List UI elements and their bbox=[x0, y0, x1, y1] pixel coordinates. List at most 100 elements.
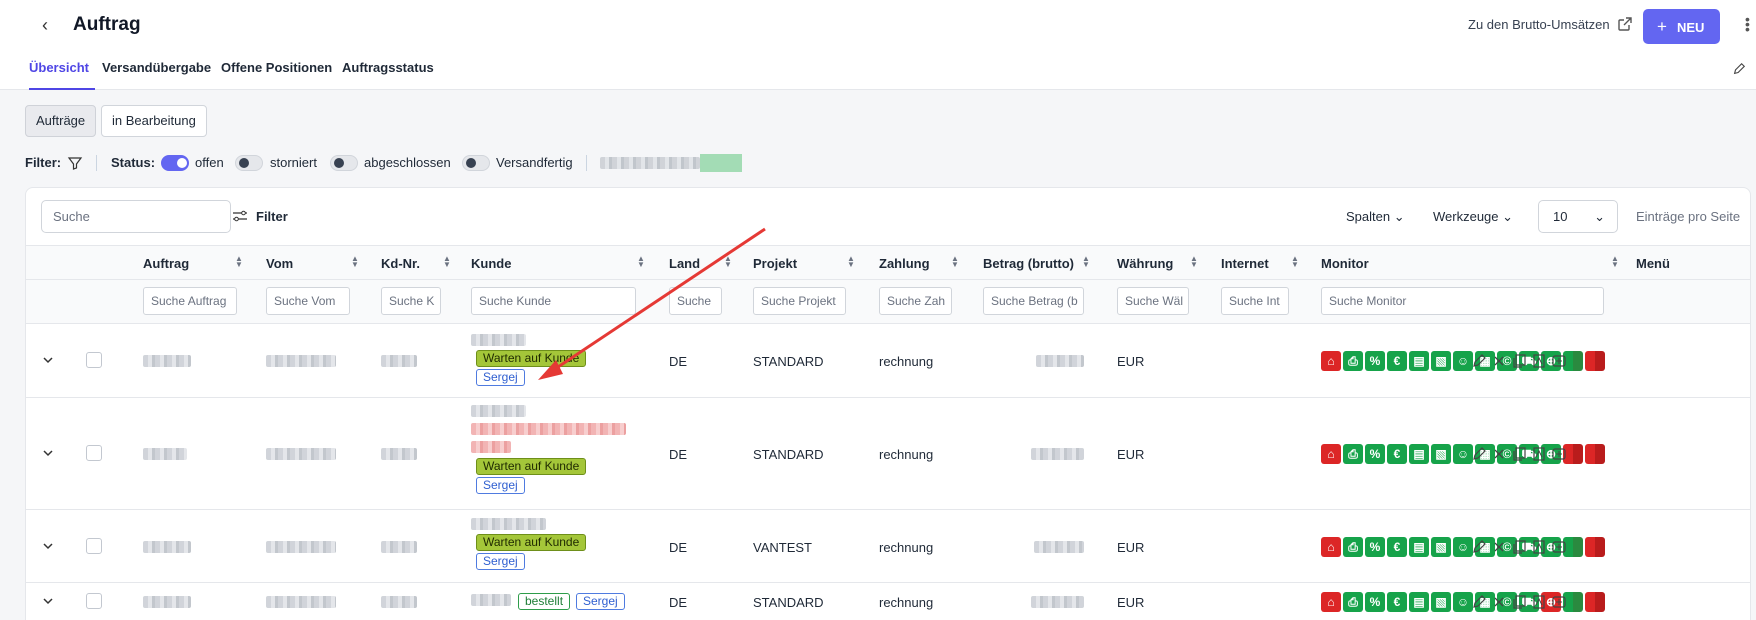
tab-auftragsstatus[interactable]: Auftragsstatus bbox=[342, 60, 434, 90]
edit-icon[interactable] bbox=[1471, 594, 1487, 610]
add-position-icon[interactable] bbox=[1551, 446, 1567, 462]
row-checkbox[interactable] bbox=[86, 352, 102, 368]
chevron-down-icon[interactable] bbox=[41, 446, 55, 460]
copy-icon[interactable] bbox=[1511, 539, 1527, 555]
sort-icon[interactable]: ▲ ▼ bbox=[724, 255, 732, 269]
euro-icon[interactable]: € bbox=[1387, 444, 1407, 464]
printer-icon[interactable]: ⎙ bbox=[1343, 537, 1363, 557]
chevron-down-icon[interactable] bbox=[41, 353, 55, 367]
money-icon[interactable]: ▤ bbox=[1409, 351, 1429, 371]
per-page-select[interactable]: 10 ⌄ bbox=[1538, 200, 1618, 233]
toggle-offen[interactable] bbox=[161, 155, 189, 171]
tools-dropdown[interactable]: Werkzeuge ⌄ bbox=[1433, 209, 1513, 225]
filter-monitor-input[interactable]: Suche Monitor bbox=[1321, 287, 1604, 315]
close-icon[interactable] bbox=[1491, 446, 1507, 462]
col-waehrung[interactable]: Währung bbox=[1117, 256, 1173, 271]
money-icon[interactable]: ▤ bbox=[1409, 444, 1429, 464]
copy-icon[interactable] bbox=[1511, 446, 1527, 462]
sort-icon[interactable]: ▲ ▼ bbox=[847, 255, 855, 269]
filter-projekt-input[interactable]: Suche Projekt bbox=[753, 287, 846, 315]
segment-auftraege[interactable]: Aufträge bbox=[25, 105, 97, 137]
person-icon[interactable]: ☺ bbox=[1453, 537, 1473, 557]
segment-in-bearbeitung[interactable]: in Bearbeitung bbox=[101, 105, 207, 137]
search-input[interactable]: Suche bbox=[41, 200, 231, 233]
edit-icon[interactable] bbox=[1471, 539, 1487, 555]
euro-icon[interactable]: € bbox=[1387, 592, 1407, 612]
back-button[interactable]: ‹ bbox=[34, 14, 56, 36]
pdf-icon[interactable] bbox=[1531, 353, 1547, 369]
col-internet[interactable]: Internet bbox=[1221, 256, 1269, 271]
table-row[interactable]: Warten auf Kunde Sergej DE STANDARD rech… bbox=[26, 325, 1750, 398]
table-row[interactable]: Warten auf Kunde Sergej DE VANTEST rechn… bbox=[26, 510, 1750, 583]
status-block-icon[interactable] bbox=[1585, 592, 1605, 612]
tab-uebersicht[interactable]: Übersicht bbox=[29, 60, 95, 90]
pdf-icon[interactable] bbox=[1531, 594, 1547, 610]
funnel-icon[interactable] bbox=[67, 155, 83, 171]
copy-icon[interactable] bbox=[1511, 353, 1527, 369]
col-kdnr[interactable]: Kd-Nr. bbox=[381, 256, 420, 271]
printer-icon[interactable]: ⎙ bbox=[1343, 592, 1363, 612]
euro-icon[interactable]: € bbox=[1387, 351, 1407, 371]
col-zahlung[interactable]: Zahlung bbox=[879, 256, 930, 271]
add-position-icon[interactable] bbox=[1551, 594, 1567, 610]
euro-icon[interactable]: € bbox=[1387, 537, 1407, 557]
external-link-icon[interactable] bbox=[1617, 16, 1633, 32]
new-button[interactable]: + NEU bbox=[1643, 9, 1720, 44]
edit-icon[interactable] bbox=[1471, 446, 1487, 462]
chevron-down-icon[interactable] bbox=[41, 594, 55, 608]
add-position-icon[interactable] bbox=[1551, 539, 1567, 555]
pdf-icon[interactable] bbox=[1531, 539, 1547, 555]
status-block-icon[interactable] bbox=[1585, 537, 1605, 557]
person-icon[interactable]: ☺ bbox=[1453, 444, 1473, 464]
filter-vom-input[interactable]: Suche Vom bbox=[266, 287, 350, 315]
percent-icon[interactable]: % bbox=[1365, 351, 1385, 371]
blurred-filter-chip[interactable] bbox=[600, 152, 742, 174]
sort-icon[interactable]: ▲ ▼ bbox=[1082, 255, 1090, 269]
columns-dropdown[interactable]: Spalten ⌄ bbox=[1346, 209, 1405, 225]
money-icon[interactable]: ▤ bbox=[1409, 537, 1429, 557]
row-checkbox[interactable] bbox=[86, 538, 102, 554]
invoice-icon[interactable]: ▧ bbox=[1431, 592, 1451, 612]
filter-auftrag-input[interactable]: Suche Auftrag bbox=[143, 287, 237, 315]
table-row[interactable]: bestellt Sergej DE STANDARD rechnung EUR… bbox=[26, 583, 1750, 620]
filter-land-input[interactable]: Suche bbox=[669, 287, 722, 315]
home-icon[interactable]: ⌂ bbox=[1321, 444, 1341, 464]
toggle-storniert[interactable] bbox=[235, 155, 263, 171]
edit-icon[interactable] bbox=[1732, 62, 1746, 76]
invoice-icon[interactable]: ▧ bbox=[1431, 351, 1451, 371]
person-icon[interactable]: ☺ bbox=[1453, 351, 1473, 371]
kebab-menu-icon[interactable]: • • • bbox=[1745, 12, 1751, 36]
brutto-link[interactable]: Zu den Brutto-Umsätzen bbox=[1468, 17, 1610, 32]
col-projekt[interactable]: Projekt bbox=[753, 256, 797, 271]
sort-icon[interactable]: ▲ ▼ bbox=[951, 255, 959, 269]
col-kunde[interactable]: Kunde bbox=[471, 256, 511, 271]
sort-icon[interactable]: ▲ ▼ bbox=[235, 255, 243, 269]
close-icon[interactable] bbox=[1491, 594, 1507, 610]
edit-icon[interactable] bbox=[1471, 353, 1487, 369]
percent-icon[interactable]: % bbox=[1365, 444, 1385, 464]
person-icon[interactable]: ☺ bbox=[1453, 592, 1473, 612]
toggle-abgeschlossen[interactable] bbox=[330, 155, 358, 171]
close-icon[interactable] bbox=[1491, 353, 1507, 369]
row-checkbox[interactable] bbox=[86, 445, 102, 461]
tab-offene-positionen[interactable]: Offene Positionen bbox=[221, 60, 332, 90]
tab-versanduebergabe[interactable]: Versandübergabe bbox=[102, 60, 211, 90]
col-betrag[interactable]: Betrag (brutto) bbox=[983, 256, 1074, 271]
sort-icon[interactable]: ▲ ▼ bbox=[1291, 255, 1299, 269]
status-block-icon[interactable] bbox=[1585, 351, 1605, 371]
col-vom[interactable]: Vom bbox=[266, 256, 293, 271]
filter-kdnr-input[interactable]: Suche K bbox=[381, 287, 441, 315]
invoice-icon[interactable]: ▧ bbox=[1431, 444, 1451, 464]
row-checkbox[interactable] bbox=[86, 593, 102, 609]
filter-zahlung-input[interactable]: Suche Zah bbox=[879, 287, 952, 315]
printer-icon[interactable]: ⎙ bbox=[1343, 444, 1363, 464]
col-land[interactable]: Land bbox=[669, 256, 700, 271]
chevron-down-icon[interactable] bbox=[41, 539, 55, 553]
home-icon[interactable]: ⌂ bbox=[1321, 592, 1341, 612]
filter-waehrung-input[interactable]: Suche Wäl bbox=[1117, 287, 1189, 315]
home-icon[interactable]: ⌂ bbox=[1321, 351, 1341, 371]
toggle-versandfertig[interactable] bbox=[462, 155, 490, 171]
sort-icon[interactable]: ▲ ▼ bbox=[1190, 255, 1198, 269]
filter-internet-input[interactable]: Suche Int bbox=[1221, 287, 1289, 315]
table-row[interactable]: Warten auf Kunde Sergej DE STANDARD rech… bbox=[26, 398, 1750, 510]
